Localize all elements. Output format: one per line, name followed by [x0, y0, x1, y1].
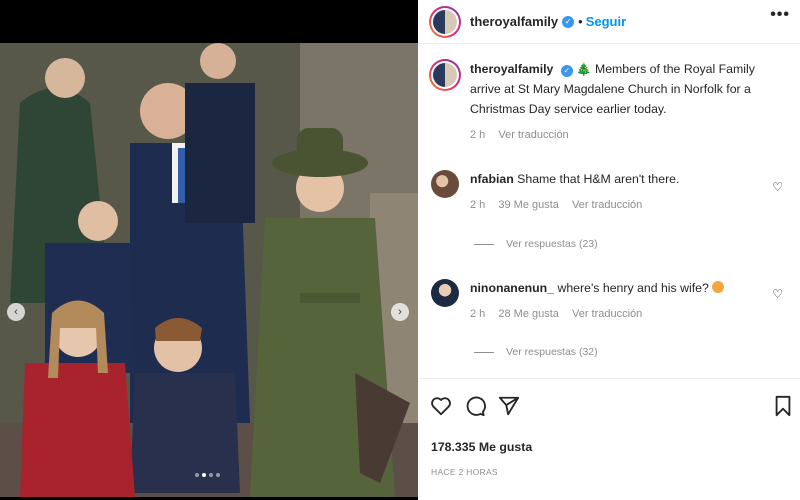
chevron-right-icon: ›: [398, 306, 402, 318]
carousel-dot: [216, 473, 220, 477]
comment-icon[interactable]: [464, 395, 486, 417]
posted-time: HACE 2 HORAS: [431, 467, 498, 477]
comment-text: Shame that H&M aren't there.: [517, 172, 680, 186]
comment-like-heart-icon[interactable]: ♡: [772, 180, 783, 194]
caption-time: 2 h: [470, 129, 486, 141]
comment-likes[interactable]: 28 Me gusta: [498, 308, 559, 320]
commenter-avatar[interactable]: [431, 279, 459, 307]
caption-translate-link[interactable]: Ver traducción: [498, 129, 568, 141]
comment-translate-link[interactable]: Ver traducción: [572, 308, 642, 320]
comment-meta: 2 h 28 Me gusta Ver traducción: [470, 305, 724, 323]
post-details-panel: theroyalfamily ✓ • Seguir ••• theroyalfa…: [418, 0, 800, 500]
verified-badge-icon: ✓: [560, 65, 573, 77]
bookmark-icon[interactable]: [773, 395, 793, 417]
carousel-indicator: [195, 473, 220, 477]
comment-item: ninonanenun_ where's henry and his wife?…: [429, 279, 789, 323]
caption-meta: 2 h Ver traducción: [470, 125, 789, 145]
author-avatar[interactable]: [429, 5, 461, 38]
comment-username[interactable]: nfabian: [470, 172, 514, 186]
comment-body: nfabian Shame that H&M aren't there. 2 h…: [470, 170, 679, 214]
comment-text: where's henry and his wife?: [557, 281, 709, 295]
post-media: ‹ ›: [0, 0, 418, 500]
comment-like-heart-icon[interactable]: ♡: [772, 287, 783, 301]
photo-illustration: [0, 43, 418, 497]
emoji-icon: [712, 281, 725, 293]
carousel-dot: [195, 473, 199, 477]
more-options-icon[interactable]: •••: [770, 6, 790, 24]
post-actions-bar: 178.335 Me gusta HACE 2 HORAS: [418, 378, 800, 500]
comment-meta: 2 h 39 Me gusta Ver traducción: [470, 196, 679, 214]
comment-item: nfabian Shame that H&M aren't there. 2 h…: [429, 170, 789, 214]
christmas-tree-emoji: 🎄: [576, 62, 592, 76]
action-icons: [430, 395, 520, 417]
commenter-avatar[interactable]: [431, 170, 459, 198]
view-replies-link[interactable]: Ver respuestas (23): [474, 238, 598, 250]
instagram-post-view: ‹ › theroyalfamily ✓ • Seguir ••• theroy…: [0, 0, 800, 500]
heart-icon[interactable]: [430, 395, 452, 417]
share-icon[interactable]: [498, 395, 520, 417]
caption-username[interactable]: theroyalfamily: [470, 62, 553, 76]
caption-avatar[interactable]: [429, 59, 461, 91]
view-replies-label: Ver respuestas (23): [506, 238, 598, 250]
comment-likes[interactable]: 39 Me gusta: [498, 199, 559, 211]
follow-button[interactable]: Seguir: [586, 14, 626, 29]
caption-body: theroyalfamily ✓ 🎄 Members of the Royal …: [470, 59, 789, 145]
comment-username[interactable]: ninonanenun_: [470, 281, 554, 295]
view-replies-label: Ver respuestas (32): [506, 346, 598, 358]
post-header: theroyalfamily ✓ • Seguir •••: [418, 0, 800, 44]
likes-count[interactable]: 178.335 Me gusta: [431, 440, 532, 454]
carousel-prev-button[interactable]: ‹: [7, 303, 25, 321]
comment-time: 2 h: [470, 199, 486, 211]
author-username[interactable]: theroyalfamily: [470, 14, 558, 29]
post-photo[interactable]: ‹ ›: [0, 43, 418, 497]
comment-time: 2 h: [470, 308, 486, 320]
header-separator: •: [578, 14, 583, 29]
verified-badge-icon: ✓: [562, 15, 575, 28]
carousel-dot-active: [202, 473, 206, 477]
chevron-left-icon: ‹: [14, 306, 18, 318]
carousel-next-button[interactable]: ›: [391, 303, 409, 321]
carousel-dot: [209, 473, 213, 477]
view-replies-link[interactable]: Ver respuestas (32): [474, 346, 598, 358]
comment-body: ninonanenun_ where's henry and his wife?…: [470, 279, 725, 323]
comment-translate-link[interactable]: Ver traducción: [572, 199, 642, 211]
post-caption: theroyalfamily ✓ 🎄 Members of the Royal …: [429, 59, 789, 145]
